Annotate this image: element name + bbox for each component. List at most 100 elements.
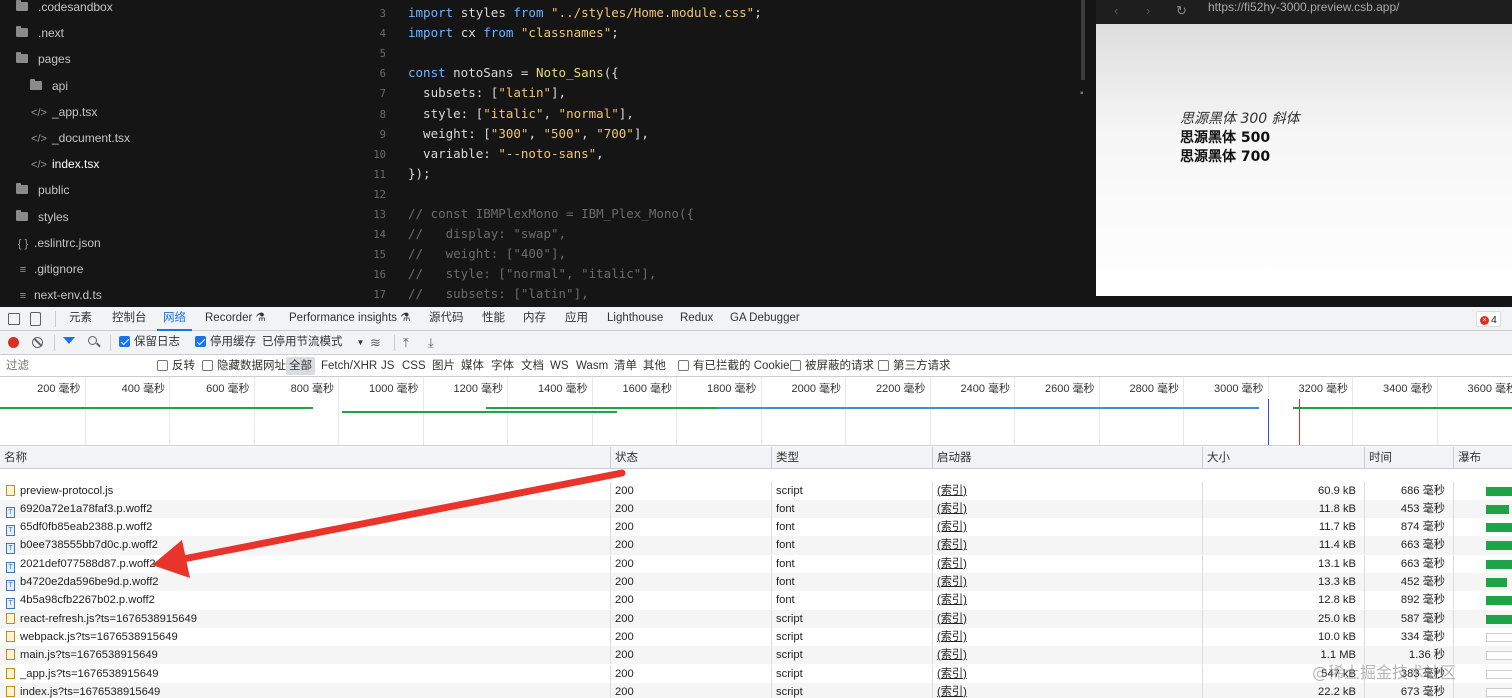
request-initiator[interactable]: (索引) (932, 627, 1202, 646)
type-filter-9[interactable]: Wasm (576, 355, 608, 377)
tab-3[interactable]: Recorder ⚗ (205, 307, 266, 331)
reload-icon[interactable]: ↻ (1176, 3, 1187, 19)
table-row[interactable]: index.js?ts=1676538915649 200 script (索引) 22… (0, 682, 1512, 698)
tab-7[interactable]: 内存 (523, 307, 546, 331)
column-header[interactable]: 启动器 (932, 447, 1202, 469)
request-initiator[interactable]: (索引) (932, 554, 1202, 573)
blocked-cookies-checkbox[interactable]: 有已拦截的 Cookie (678, 355, 790, 377)
blocked-requests-checkbox[interactable]: 被屏蔽的请求 (790, 355, 874, 377)
type-filter-7[interactable]: 文档 (521, 355, 544, 377)
folder-item[interactable]: .next (16, 20, 64, 46)
third-party-checkbox[interactable]: 第三方请求 (878, 355, 951, 377)
throttling-select[interactable]: 已停用节流模式 ▼ (262, 331, 364, 354)
column-header[interactable]: 名称 (0, 447, 610, 469)
type-filter-11[interactable]: 其他 (643, 355, 666, 377)
folder-item[interactable]: api (30, 73, 68, 99)
column-header[interactable]: 瀑布 (1453, 447, 1512, 469)
table-row[interactable]: react-refresh.js?ts=1676538915649 200 scri… (0, 609, 1512, 628)
preview-url[interactable]: https://fi52hy-3000.preview.csb.app/ (1208, 0, 1399, 14)
request-initiator[interactable]: (索引) (932, 609, 1202, 628)
request-initiator[interactable]: (索引) (932, 646, 1202, 665)
table-row[interactable]: T 6920a72e1a78faf3.p.woff2 200 font (索引) 11.8… (0, 499, 1512, 519)
network-overview[interactable]: 200 毫秒 400 毫秒 600 毫秒 800 毫秒 1000 毫秒 1200 毫秒 14… (0, 377, 1512, 446)
table-row[interactable]: main.js?ts=1676538915649 200 script (索引) 1.1… (0, 646, 1512, 665)
column-header[interactable]: 大小 (1202, 447, 1364, 469)
tab-8[interactable]: 应用 (565, 307, 588, 331)
table-row[interactable]: Tb4720e2da596be9d.p.woff2 200 font (索引) 13.3… (0, 573, 1512, 592)
file-item[interactable]: </> _app.tsx (30, 99, 97, 125)
file-item[interactable]: ≡ next-env.d.ts (16, 282, 102, 307)
table-row[interactable]: T 2021def077588d87.p.woff2 200 font (索引) 13.1… (0, 554, 1512, 573)
inspect-element-icon[interactable] (8, 313, 20, 325)
filter-input[interactable] (2, 357, 144, 375)
request-name: Tb0ee738555bb7d0c.p.woff2 (0, 536, 610, 555)
table-row[interactable]: preview-protocol.js 200 script (索引) 60.9 kB 6… (0, 481, 1512, 500)
request-initiator[interactable]: (索引) (932, 518, 1202, 537)
request-initiator[interactable]: (索引) (932, 536, 1202, 555)
tab-1[interactable]: 控制台 (112, 307, 147, 331)
request-initiator[interactable]: (索引) (932, 682, 1202, 698)
upload-icon[interactable]: ⤒ (403, 335, 409, 351)
tab-10[interactable]: Redux (680, 307, 713, 331)
folder-item[interactable]: pages (16, 46, 71, 72)
request-waterfall (1453, 518, 1512, 537)
type-filter-10[interactable]: 清单 (614, 355, 637, 377)
type-filter-3[interactable]: CSS (402, 355, 426, 377)
table-row[interactable]: T 65df0fb85eab2388.p.woff2 200 font (索引) 11.7… (0, 518, 1512, 537)
invert-checkbox[interactable]: 反转 (157, 355, 195, 377)
tab-2[interactable]: 网络 (157, 307, 192, 331)
code-editor[interactable]: 3 import styles from "../styles/Home.modu… (340, 0, 1085, 307)
hide-data-urls-checkbox[interactable]: 隐藏数据网址 (202, 355, 286, 377)
tab-4[interactable]: Performance insights ⚗ (289, 307, 411, 331)
search-icon[interactable] (88, 336, 97, 345)
device-toolbar-icon[interactable] (30, 312, 41, 326)
forward-icon[interactable]: › (1146, 3, 1150, 18)
request-name: T 4b5a98cfb2267b02.p.woff2 (0, 591, 610, 610)
file-item[interactable]: ≡ .gitignore (16, 256, 84, 282)
column-header[interactable]: 状态 (610, 447, 771, 469)
tab-0[interactable]: 元素 (69, 307, 92, 331)
request-initiator[interactable]: (索引) (932, 664, 1202, 683)
type-filter-5[interactable]: 媒体 (461, 355, 484, 377)
record-button[interactable] (8, 337, 19, 348)
folder-item[interactable]: public (16, 177, 69, 203)
tab-9[interactable]: Lighthouse (607, 307, 663, 331)
download-icon[interactable]: ⤓ (428, 335, 434, 351)
folder-item[interactable]: .codesandbox (16, 0, 113, 20)
type-filter-6[interactable]: 字体 (491, 355, 514, 377)
type-filter-2[interactable]: JS (381, 355, 394, 377)
type-filter-1[interactable]: Fetch/XHR (321, 355, 377, 377)
tab-6[interactable]: 性能 (482, 307, 505, 331)
timeline-tick-label: 1800 毫秒 (706, 383, 757, 395)
clear-button[interactable] (32, 337, 43, 348)
request-initiator[interactable]: (索引) (932, 499, 1202, 518)
request-initiator[interactable]: (索引) (932, 573, 1202, 591)
filter-icon[interactable] (63, 337, 75, 344)
file-item[interactable]: </> index.tsx (30, 151, 99, 177)
tree-item-label: styles (38, 209, 69, 224)
error-count-badge[interactable]: × 4 (1476, 311, 1501, 327)
code-token: import (408, 5, 461, 20)
table-row[interactable]: _app.js?ts=1676538915649 200 script (索引) 547… (0, 664, 1512, 683)
disable-cache-checkbox[interactable]: 停用缓存 (195, 331, 256, 354)
request-initiator[interactable]: (索引) (932, 591, 1202, 610)
table-row[interactable]: T 4b5a98cfb2267b02.p.woff2 200 font (索引) 12.8… (0, 591, 1512, 610)
file-item[interactable]: { } .eslintrc.json (16, 230, 101, 256)
column-header[interactable]: 时间 (1364, 447, 1453, 469)
type-filter-4[interactable]: 图片 (432, 355, 455, 377)
tab-11[interactable]: GA Debugger (730, 307, 800, 331)
editor-scrollbar[interactable] (1081, 0, 1085, 80)
request-initiator[interactable]: (索引) (932, 481, 1202, 500)
tab-5[interactable]: 源代码 (429, 307, 464, 331)
table-row[interactable]: Tb0ee738555bb7d0c.p.woff2 200 font (索引) 11.4… (0, 536, 1512, 555)
type-filter-0[interactable]: 全部 (286, 357, 315, 375)
folder-item[interactable]: styles (16, 204, 69, 230)
network-conditions-icon[interactable]: ≋ (370, 335, 381, 351)
table-row[interactable]: webpack.js?ts=1676538915649 200 script (索引)… (0, 627, 1512, 646)
preserve-log-checkbox[interactable]: 保留日志 (119, 331, 180, 354)
back-icon[interactable]: ‹ (1114, 3, 1118, 18)
column-header[interactable]: 类型 (771, 447, 932, 469)
file-item[interactable]: </> _document.tsx (30, 125, 130, 151)
waterfall-bar (1486, 651, 1512, 661)
type-filter-8[interactable]: WS (550, 355, 569, 377)
